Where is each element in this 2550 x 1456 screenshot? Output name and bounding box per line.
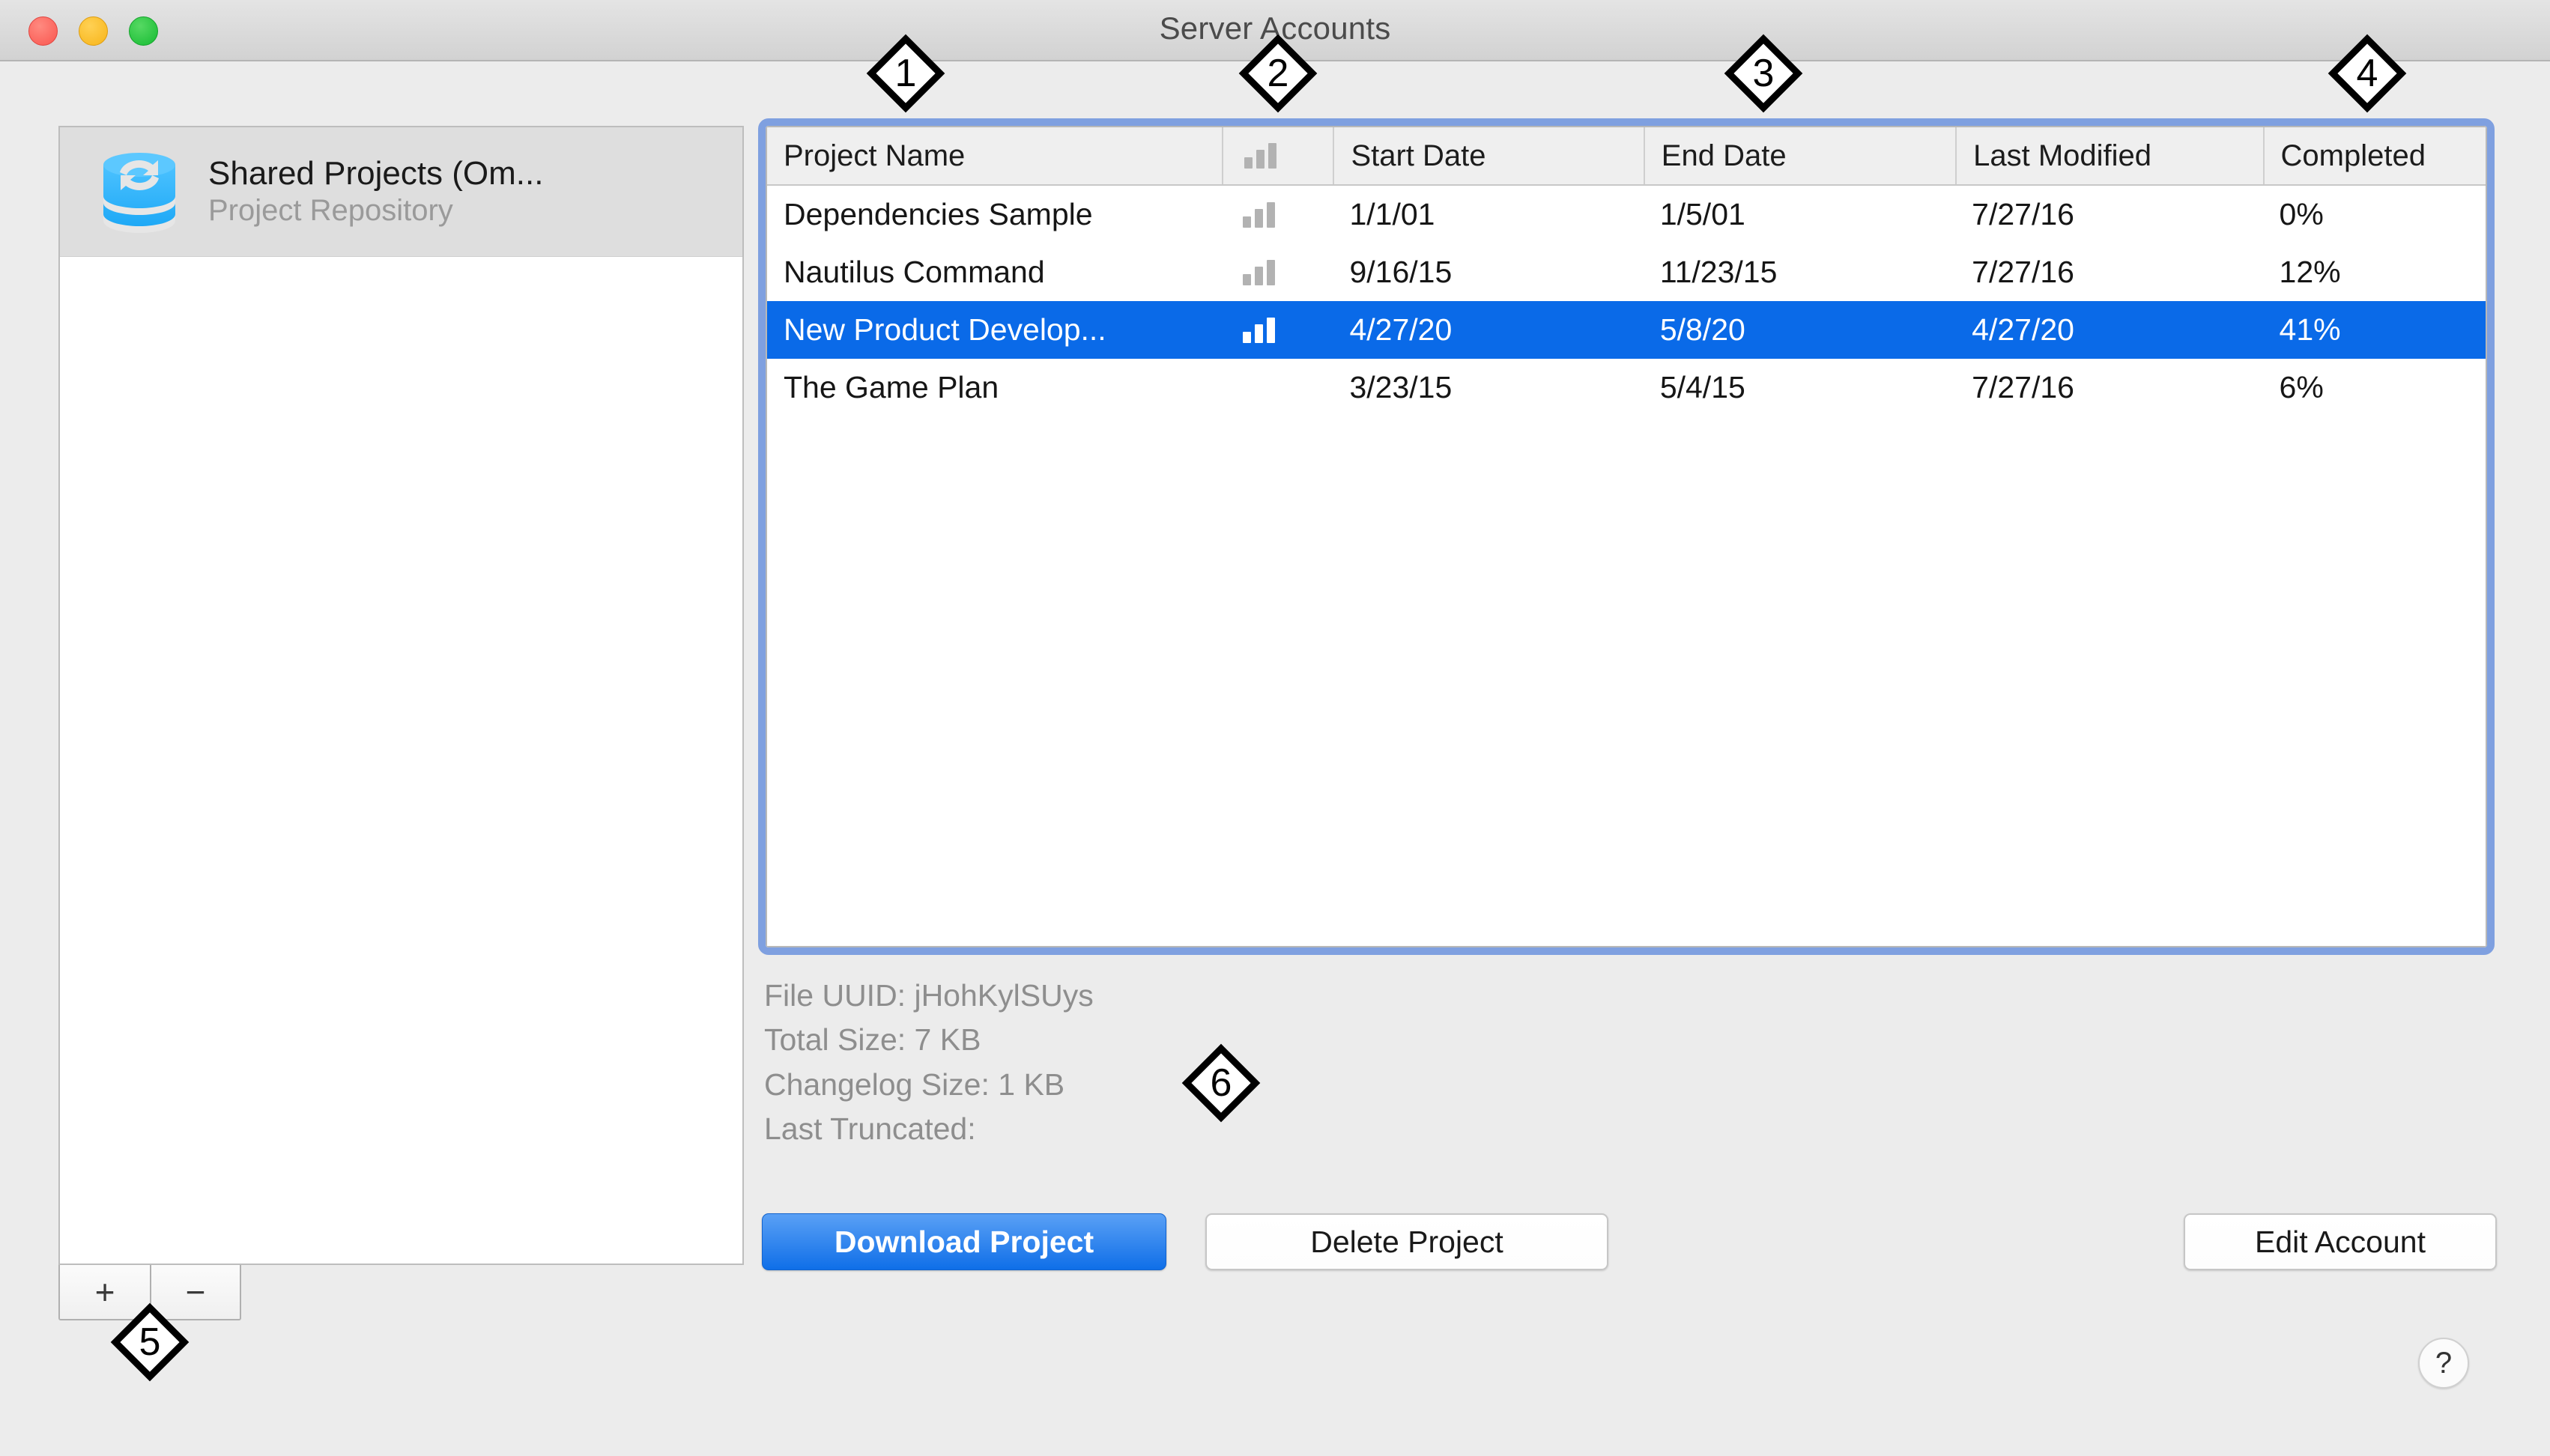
cell-last-modified: 7/27/16 <box>1972 370 2074 404</box>
column-header-end-date[interactable]: End Date <box>1643 127 1955 184</box>
cell-completed: 0% <box>2279 197 2324 231</box>
cell-bar-chart <box>1222 359 1333 416</box>
cell-bar-chart <box>1222 243 1333 301</box>
database-sync-icon <box>90 142 189 241</box>
cell-project-name: Nautilus Command <box>784 255 1045 289</box>
column-header-project-name[interactable]: Project Name <box>767 127 1222 184</box>
info-last-truncated: Last Truncated: <box>764 1111 976 1147</box>
table-header-row: Project Name Start Date End Date Last Mo… <box>767 127 2486 186</box>
annotation-number: 1 <box>894 52 917 95</box>
bar-chart-icon <box>1242 201 1275 228</box>
sidebar-item-subtitle: Project Repository <box>208 193 453 227</box>
cell-last-modified: 4/27/20 <box>1972 312 2074 347</box>
sidebar-item-shared-projects[interactable]: Shared Projects (Om... Project Repositor… <box>60 127 742 257</box>
help-button[interactable]: ? <box>2418 1338 2469 1389</box>
accounts-sidebar[interactable]: Shared Projects (Om... Project Repositor… <box>58 126 744 1265</box>
cell-end-date: 5/8/20 <box>1659 312 1745 347</box>
projects-table[interactable]: Project Name Start Date End Date Last Mo… <box>766 126 2487 947</box>
project-info-block: File UUID: jHohKylSUys Total Size: 7 KB … <box>764 974 1094 1152</box>
annotation-marker-4: 4 <box>2328 34 2407 113</box>
annotation-marker-3: 3 <box>1724 34 1803 113</box>
cell-end-date: 11/23/15 <box>1659 255 1778 289</box>
cell-last-modified: 7/27/16 <box>1972 197 2074 231</box>
delete-project-button[interactable]: Delete Project <box>1205 1213 1608 1270</box>
annotation-marker-6: 6 <box>1181 1043 1261 1123</box>
info-total-size: Total Size: 7 KB <box>764 1022 981 1058</box>
cell-project-name: New Product Develop... <box>784 312 1106 347</box>
info-file-uuid: File UUID: jHohKylSUys <box>764 978 1094 1013</box>
download-project-button[interactable]: Download Project <box>762 1213 1166 1270</box>
cell-project-name: The Game Plan <box>784 370 999 404</box>
info-changelog-size: Changelog Size: 1 KB <box>764 1067 1065 1102</box>
cell-start-date: 9/16/15 <box>1349 255 1453 289</box>
bar-chart-icon <box>1242 259 1275 285</box>
annotation-number: 4 <box>2356 52 2378 95</box>
annotation-marker-2: 2 <box>1238 34 1318 113</box>
column-header-start-date[interactable]: Start Date <box>1333 127 1643 184</box>
column-header-bar-chart[interactable] <box>1221 127 1333 184</box>
server-accounts-window: Server Accounts Shared Projects (Om... P… <box>0 0 2550 1456</box>
cell-last-modified: 7/27/16 <box>1972 255 2074 289</box>
annotation-marker-5: 5 <box>110 1302 190 1382</box>
cell-start-date: 1/1/01 <box>1349 197 1435 231</box>
cell-completed: 12% <box>2279 255 2341 289</box>
annotation-number: 2 <box>1267 52 1289 95</box>
table-row[interactable]: The Game Plan 3/23/15 5/4/15 7/27/16 6% <box>767 359 2486 416</box>
annotation-number: 6 <box>1210 1061 1232 1105</box>
annotation-number: 3 <box>1752 52 1775 95</box>
cell-bar-chart <box>1222 301 1333 359</box>
cell-start-date: 4/27/20 <box>1349 312 1453 347</box>
annotation-marker-1: 1 <box>866 34 945 113</box>
cell-project-name: Dependencies Sample <box>784 197 1093 231</box>
sidebar-item-text: Shared Projects (Om... Project Repositor… <box>208 155 742 228</box>
cell-start-date: 3/23/15 <box>1349 370 1453 404</box>
cell-end-date: 5/4/15 <box>1659 370 1745 404</box>
sidebar-item-title: Shared Projects (Om... <box>208 155 544 192</box>
cell-bar-chart <box>1222 186 1333 243</box>
table-row[interactable]: Nautilus Command 9/16/15 11/23/15 7/27/1… <box>767 243 2486 301</box>
column-header-completed[interactable]: Completed <box>2262 127 2486 184</box>
cell-completed: 41% <box>2279 312 2341 347</box>
column-header-last-modified[interactable]: Last Modified <box>1955 127 2262 184</box>
annotation-number: 5 <box>139 1320 161 1364</box>
table-row[interactable]: Dependencies Sample 1/1/01 1/5/01 7/27/1… <box>767 186 2486 243</box>
bar-chart-icon <box>1242 317 1275 343</box>
table-row-selected[interactable]: New Product Develop... 4/27/20 5/8/20 4/… <box>767 301 2486 359</box>
cell-completed: 6% <box>2279 370 2324 404</box>
edit-account-button[interactable]: Edit Account <box>2184 1213 2497 1270</box>
cell-end-date: 1/5/01 <box>1659 197 1745 231</box>
projects-table-focus-ring: Project Name Start Date End Date Last Mo… <box>758 118 2495 955</box>
bar-chart-icon <box>1244 143 1276 169</box>
